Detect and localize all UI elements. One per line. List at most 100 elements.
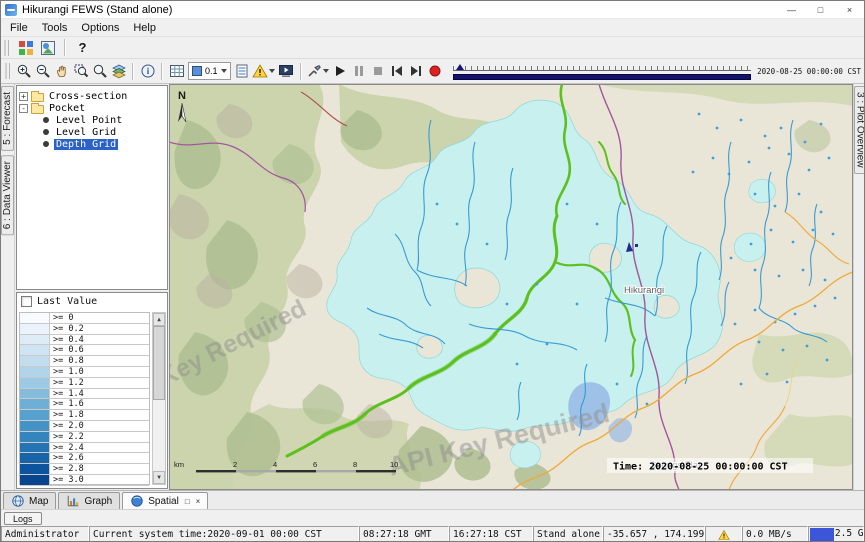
zoom-out-button[interactable] [33,61,52,81]
time-slider[interactable] [453,63,751,80]
legend-label: >= 0.6 [50,345,149,355]
legend-row: >= 2.6 [20,453,149,464]
scale-tick: 2 [233,460,237,469]
dock-tab-plot-overview[interactable]: 3 : Plot Overview [854,86,865,174]
maximize-panel-icon[interactable]: □ [185,497,190,506]
chevron-down-icon [269,69,275,73]
folder-icon [31,93,44,102]
grid-display-button[interactable] [16,38,35,58]
profile-icon [234,63,250,79]
warnings-dropdown[interactable] [252,63,277,79]
menu-bar: File Tools Options Help [1,19,864,36]
right-dock-strip: 3 : Plot Overview [853,84,865,490]
map-canvas[interactable]: API Key Required API Key Required Hikura… [169,84,853,490]
profile-button[interactable] [233,61,252,81]
zoom-out-icon [35,63,51,79]
stop-button[interactable] [369,61,388,81]
timeline-period-bar[interactable] [453,74,751,80]
legend-color-swatch [20,324,50,334]
zoom-in-button[interactable] [14,61,33,81]
last-value-checkbox[interactable] [21,296,32,307]
legend-row: >= 0.6 [20,345,149,356]
scroll-down-icon[interactable]: ▼ [153,471,165,484]
tab-spatial[interactable]: Spatial □ × [122,492,208,509]
title-bar[interactable]: Hikurangi FEWS (Stand alone) — □ × [1,1,864,19]
layers-tree[interactable]: + Cross-section - Pocket Level Point Lev… [16,85,168,290]
legend-scrollbar[interactable]: ▲ ▼ [152,312,166,485]
tab-graph[interactable]: Graph [58,492,120,509]
status-warning[interactable] [705,526,742,542]
toolbar-separator [132,63,134,80]
help-button[interactable]: ? [73,38,92,58]
grid-layer-button[interactable] [167,61,186,81]
step-forward-icon [408,63,424,79]
map-view[interactable]: API Key Required API Key Required Hikura… [169,84,853,490]
menu-help[interactable]: Help [126,21,163,35]
scrollbar-thumb[interactable] [153,326,165,400]
play-button[interactable] [331,61,350,81]
pan-button[interactable] [52,61,71,81]
dock-tab-forecast[interactable]: 5 : Forecast [1,86,14,151]
legend-color-swatch [20,399,50,409]
legend-title: Last Value [37,296,97,307]
legend-label: >= 1.6 [50,399,149,409]
toolbar-grip[interactable] [5,63,10,79]
zoom-rectangle-icon [73,63,89,79]
opacity-combo[interactable]: 0.1 [188,62,231,80]
tab-label: Spatial [148,496,179,507]
info-button[interactable]: i [138,61,157,81]
view-tab-bar: Map Graph Spatial □ × [1,490,864,509]
legend-label: >= 0.8 [50,356,149,366]
warning-icon [718,529,730,541]
scrollbar-track[interactable] [153,326,165,471]
record-button[interactable] [426,61,445,81]
zoom-previous-button[interactable] [90,61,109,81]
close-panel-icon[interactable]: × [196,497,201,506]
legend-list: >= 0 >= 0.2 >= 0.4 >= 0.6 >= 0.8 >= 1.0 … [19,312,150,485]
status-local-time: 16:27:18 CST [449,526,533,542]
expand-icon[interactable]: + [19,92,28,101]
menu-options[interactable]: Options [74,21,126,35]
tree-item-pocket[interactable]: - Pocket [19,102,165,114]
toolbar-grip[interactable] [4,40,9,56]
close-button[interactable]: × [835,1,864,18]
legend-color-swatch [20,464,50,474]
zoom-rectangle-button[interactable] [71,61,90,81]
tab-map[interactable]: Map [3,492,56,509]
place-label-hikurangi: Hikurangi [624,285,664,296]
legend-label: >= 2.6 [50,453,149,463]
minimize-button[interactable]: — [777,1,806,18]
svg-text:Time: 2020-08-25 00:00:00 CST: Time: 2020-08-25 00:00:00 CST [613,461,788,473]
animation-button[interactable] [277,61,296,81]
legend-row: >= 1.8 [20,410,149,421]
tree-item-level-grid[interactable]: Level Grid [19,126,165,138]
legend-color-swatch [20,453,50,463]
step-forward-button[interactable] [407,61,426,81]
dropper-icon [306,63,322,79]
maximize-button[interactable]: □ [806,1,835,18]
legend-color-swatch [20,345,50,355]
status-user: Administrator [1,526,89,542]
status-gmt-time: 08:27:18 GMT [359,526,449,542]
legend-row: >= 0 [20,313,149,324]
legend-label: >= 0.2 [50,324,149,334]
collapse-icon[interactable]: - [19,104,28,113]
spatial-display-button[interactable] [38,38,57,58]
tree-item-level-point[interactable]: Level Point [19,114,165,126]
logs-button[interactable]: Logs [4,512,42,525]
legend-color-swatch [20,389,50,399]
scroll-up-icon[interactable]: ▲ [153,313,165,326]
tree-item-depth-grid[interactable]: Depth Grid [19,138,165,150]
pause-button[interactable] [350,61,369,81]
layers-icon [111,63,127,79]
tree-item-cross-section[interactable]: + Cross-section [19,90,165,102]
dropper-dropdown[interactable] [306,63,331,79]
layers-button[interactable] [109,61,128,81]
menu-file[interactable]: File [3,21,35,35]
tree-item-label: Pocket [47,103,87,114]
timeline-ruler[interactable] [453,63,751,71]
menu-tools[interactable]: Tools [35,21,75,35]
play-icon [332,63,348,79]
dock-tab-data-viewer[interactable]: 6 : Data Viewer [1,155,14,235]
step-back-button[interactable] [388,61,407,81]
